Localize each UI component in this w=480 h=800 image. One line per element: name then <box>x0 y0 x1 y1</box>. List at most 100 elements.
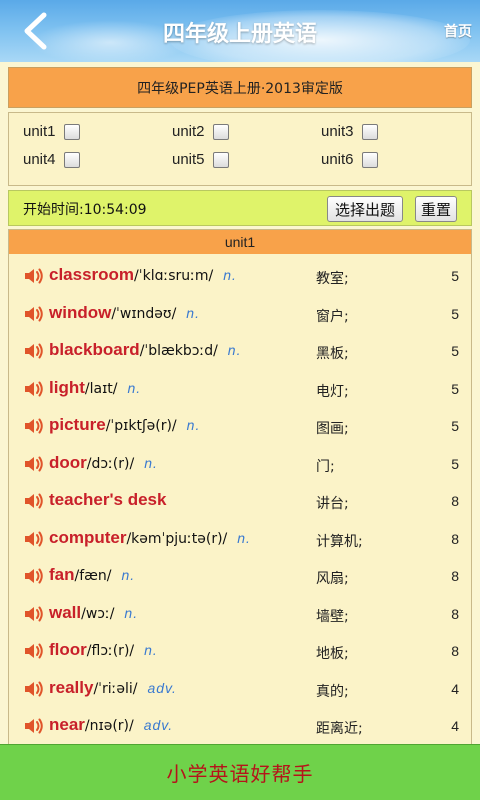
word-count: 5 <box>451 305 459 322</box>
word-entry: really/ˈriːəli/adv. <box>49 678 177 698</box>
speaker-icon[interactable] <box>24 306 44 322</box>
word-entry: near/nɪə(r)/ adv. <box>49 715 173 735</box>
word-part-of-speech: n. <box>223 267 237 283</box>
reset-button[interactable]: 重置 <box>415 196 457 222</box>
unit-checkbox[interactable] <box>212 123 229 140</box>
word-part-of-speech: adv. <box>147 679 177 696</box>
word-meaning: 真的; <box>316 683 349 700</box>
word-meaning: 风扇; <box>316 571 349 587</box>
word-count: 5 <box>451 418 459 434</box>
word-row[interactable]: door/dɔː(r)/ n. 门; 5 <box>9 445 471 482</box>
speaker-icon[interactable] <box>24 493 44 509</box>
word-phonetic: /ˈwɪndəʊ/ <box>111 305 177 322</box>
speaker-icon[interactable] <box>24 531 44 547</box>
home-button[interactable]: 首页 <box>444 21 472 41</box>
word-list: unit1 classroom/ˈklɑːsruːm/n. 教室; 5 window/… <box>8 229 472 745</box>
word-count: 8 <box>451 568 459 584</box>
word-row[interactable]: blackboard/ˈblækbɔːd/n. 黑板; 5 <box>9 332 471 369</box>
word-row[interactable]: teacher's desk 讲台; 8 <box>9 482 471 519</box>
word-meaning: 墙壁; <box>316 608 349 625</box>
word-count: 5 <box>451 343 459 359</box>
word-row[interactable]: computer/kəmˈpjuːtə(r)/ n. 计算机; 8 <box>9 520 471 557</box>
speaker-icon[interactable] <box>24 568 44 584</box>
unit-option-3[interactable]: unit3 <box>321 123 378 140</box>
word-phonetic: /wɔː/ <box>81 605 115 622</box>
unit-selector: unit1 unit2 unit3 unit4 unit5 unit6 <box>8 112 472 186</box>
word-phonetic: /ˈpɪktʃə(r)/ <box>105 418 177 434</box>
word-text: computer <box>49 527 127 547</box>
word-phonetic: /ˈblækbɔːd/ <box>139 343 218 359</box>
word-part-of-speech: n. <box>237 529 251 546</box>
word-meaning: 图画; <box>316 421 349 437</box>
word-text: teacher's desk <box>49 490 167 509</box>
speaker-icon[interactable] <box>24 456 44 472</box>
word-meaning: 地板; <box>316 646 349 662</box>
word-part-of-speech: n. <box>186 417 201 433</box>
word-row[interactable]: fan/fæn/n. 风扇; 8 <box>9 557 471 594</box>
word-row[interactable]: window/ˈwɪndəʊ/n. 窗户; 5 <box>9 295 471 332</box>
word-meaning: 黑板; <box>316 346 349 362</box>
book-edition-label: 四年级PEP英语上册·2013审定版 <box>8 67 472 108</box>
word-meaning: 电灯; <box>316 383 349 400</box>
word-phonetic: /ˈriːəli/ <box>93 680 138 697</box>
unit-label: unit3 <box>321 123 354 140</box>
speaker-icon[interactable] <box>24 381 44 397</box>
word-text: fan <box>49 565 75 584</box>
unit-checkbox[interactable] <box>63 151 80 168</box>
word-phonetic: /ˈklɑːsruːm/ <box>134 268 214 284</box>
speaker-icon[interactable] <box>24 718 44 734</box>
speaker-icon[interactable] <box>24 418 44 434</box>
unit-checkbox[interactable] <box>361 151 378 168</box>
word-text: blackboard <box>49 340 140 359</box>
unit-checkbox[interactable] <box>361 123 378 140</box>
word-part-of-speech: n. <box>124 604 139 621</box>
word-part-of-speech: n. <box>227 342 242 358</box>
unit-checkbox[interactable] <box>212 151 229 168</box>
unit-checkbox[interactable] <box>63 123 80 140</box>
word-row[interactable]: classroom/ˈklɑːsruːm/n. 教室; 5 <box>9 257 471 294</box>
word-text: floor <box>49 640 87 659</box>
word-count: 8 <box>451 493 459 509</box>
word-phonetic: /dɔː(r)/ <box>86 455 135 472</box>
word-entry: teacher's desk <box>49 490 176 510</box>
word-row[interactable]: near/nɪə(r)/ adv. 距离近; 4 <box>9 707 471 744</box>
word-row[interactable]: light/laɪt/n. 电灯; 5 <box>9 370 471 407</box>
word-text: near <box>49 715 85 734</box>
word-row[interactable]: wall/wɔː/n. 墙壁; 8 <box>9 595 471 632</box>
unit-label: unit6 <box>321 151 354 168</box>
word-count: 8 <box>451 643 459 659</box>
unit-option-2[interactable]: unit2 <box>172 123 229 140</box>
word-part-of-speech: n. <box>127 379 142 396</box>
word-entry: wall/wɔː/n. <box>49 603 138 623</box>
speaker-icon[interactable] <box>24 606 44 622</box>
unit-label: unit1 <box>23 123 56 140</box>
select-questions-button[interactable]: 选择出题 <box>327 196 403 222</box>
word-count: 5 <box>451 268 459 284</box>
word-phonetic: /laɪt/ <box>84 380 118 397</box>
speaker-icon[interactable] <box>24 643 44 659</box>
word-entry: floor/flɔː(r)/ n. <box>49 640 158 660</box>
timer-bar: 开始时间:10:54:09 选择出题 重置 <box>8 190 472 226</box>
page-title: 四年级上册英语 <box>162 22 317 47</box>
word-text: really <box>49 677 94 697</box>
speaker-icon[interactable] <box>24 343 44 359</box>
speaker-icon[interactable] <box>24 268 44 284</box>
word-text: wall <box>49 602 82 622</box>
top-bar: 四年级上册英语 首页 <box>0 0 480 62</box>
unit-option-6[interactable]: unit6 <box>321 151 378 168</box>
footer-banner: 小学英语好帮手 <box>0 744 480 800</box>
word-part-of-speech: adv. <box>143 717 174 733</box>
word-entry: window/ˈwɪndəʊ/n. <box>49 303 200 323</box>
word-entry: classroom/ˈklɑːsruːm/n. <box>49 265 237 285</box>
word-row[interactable]: picture/ˈpɪktʃə(r)/ n. 图画; 5 <box>9 407 471 444</box>
word-meaning: 教室; <box>316 271 349 287</box>
word-row[interactable]: really/ˈriːəli/adv. 真的; 4 <box>9 670 471 707</box>
unit-option-1[interactable]: unit1 <box>23 123 80 140</box>
unit-label: unit4 <box>23 151 56 168</box>
unit-option-4[interactable]: unit4 <box>23 151 80 168</box>
word-row[interactable]: floor/flɔː(r)/ n. 地板; 8 <box>9 632 471 669</box>
word-text: light <box>49 377 85 397</box>
unit-option-5[interactable]: unit5 <box>172 151 229 168</box>
speaker-icon[interactable] <box>24 681 44 697</box>
word-text: door <box>49 452 87 472</box>
